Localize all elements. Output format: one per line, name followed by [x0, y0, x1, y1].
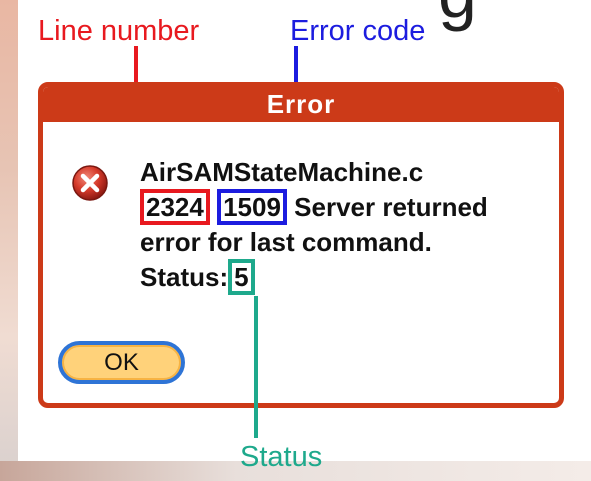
status-value: 5 — [228, 259, 255, 295]
line-number-annotation: Line number — [38, 15, 200, 47]
message-line-3: error for last command. — [140, 227, 432, 257]
status-prefix: Status: — [140, 262, 229, 292]
line-number-value: 2324 — [140, 189, 210, 225]
message-status-line: Status: 5 — [140, 259, 559, 295]
status-connector — [254, 296, 258, 438]
dialog-title: Error — [43, 87, 559, 122]
message-text: Server returned — [294, 192, 488, 222]
error-message: AirSAMStateMachine.c 2324 1509 Server re… — [140, 155, 559, 295]
error-code-annotation: Error code — [290, 15, 426, 47]
partial-heading-glyph: g — [438, 0, 477, 28]
error-x-circle-icon — [72, 165, 108, 201]
status-annotation: Status — [240, 441, 323, 473]
message-file-line: AirSAMStateMachine.c — [140, 157, 424, 187]
error-code-value: 1509 — [217, 189, 287, 225]
error-dialog: Error AirSAMStateMachine.c 2324 1509 Ser… — [38, 82, 564, 408]
ok-button[interactable]: OK — [58, 341, 185, 384]
message-code-line: 2324 1509 Server returned — [140, 189, 559, 225]
